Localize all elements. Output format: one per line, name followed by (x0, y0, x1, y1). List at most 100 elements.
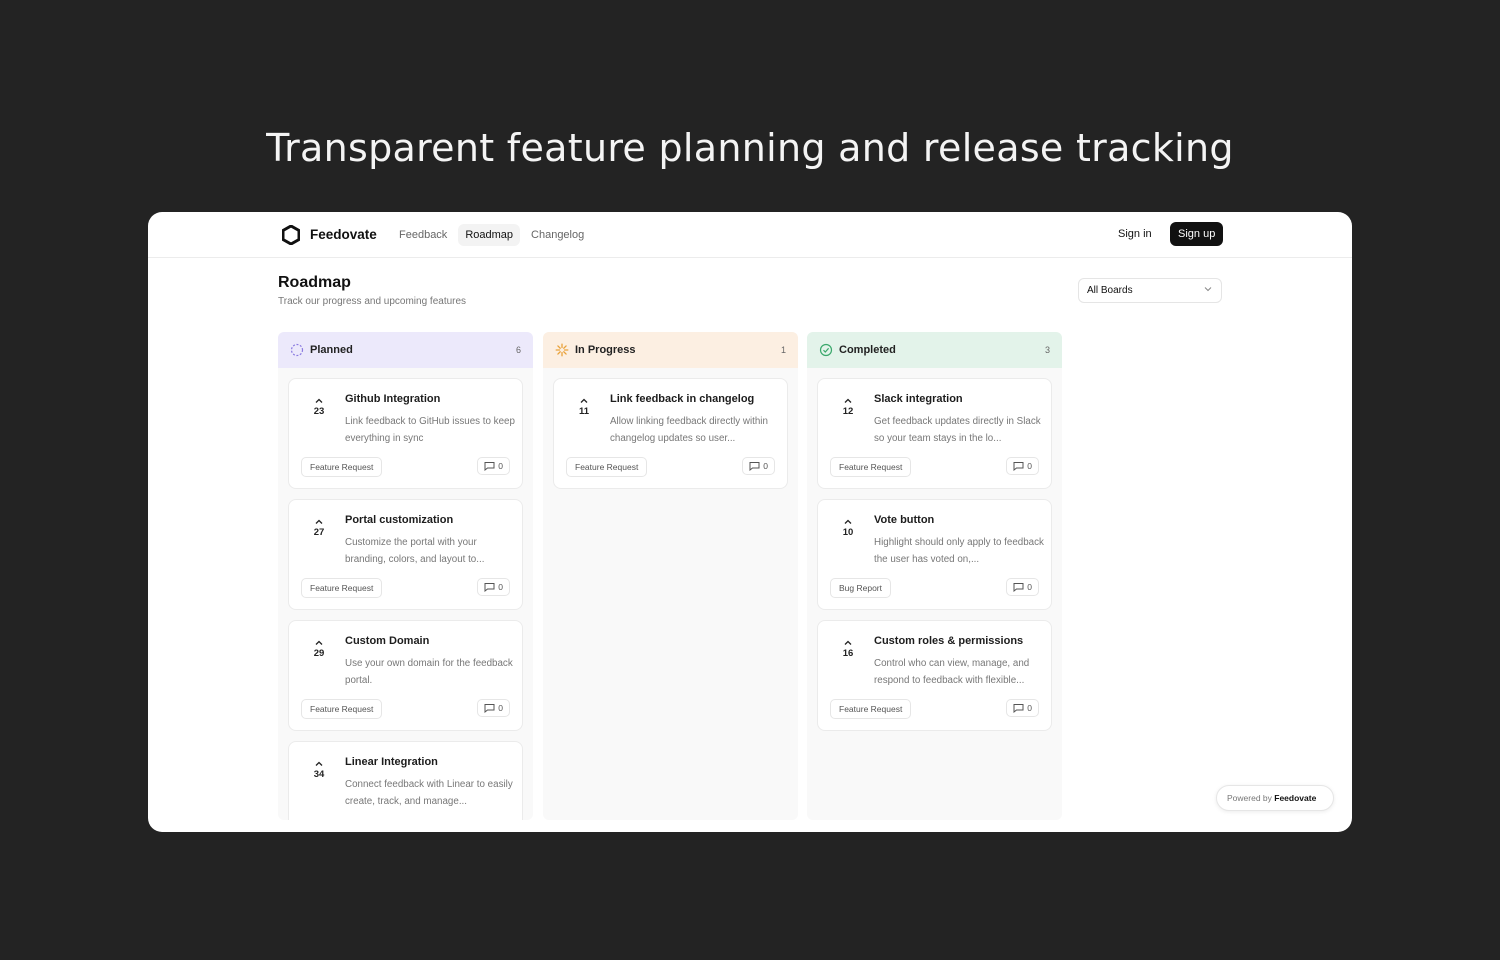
comment-icon (749, 462, 760, 471)
comments-button[interactable]: 0 (477, 578, 510, 596)
column-title: In Progress (575, 344, 636, 356)
comment-icon (484, 704, 495, 713)
comment-count: 0 (763, 461, 768, 471)
vote-count: 12 (842, 406, 854, 417)
column-count: 6 (515, 345, 521, 355)
page-title: Roadmap (278, 274, 351, 291)
card-description: Get feedback updates directly in Slack s… (874, 416, 1041, 444)
card-description: Customize the portal with your branding,… (345, 537, 485, 565)
card-title[interactable]: Custom roles & permissions (874, 635, 1023, 647)
column-count: 1 (780, 345, 786, 355)
chevron-up-icon (315, 519, 323, 524)
hero-title: Transparent feature planning and release… (266, 126, 1234, 170)
card-description: Control who can view, manage, and respon… (874, 658, 1030, 686)
sign-up-button[interactable]: Sign up (1170, 222, 1224, 246)
card-tag[interactable]: Feature Request (301, 578, 383, 598)
main-nav: Feedback Roadmap Changelog (392, 224, 591, 246)
comment-icon (1013, 704, 1024, 713)
column-count: 3 (1044, 345, 1050, 355)
upvote-button[interactable]: 29 (307, 639, 331, 659)
card-title[interactable]: Vote button (874, 514, 934, 526)
column-header: Completed 3 (807, 332, 1062, 368)
card-title[interactable]: Linear Integration (345, 756, 438, 768)
page-subtitle: Track our progress and upcoming features (278, 296, 467, 307)
vote-count: 10 (842, 527, 854, 538)
upvote-button[interactable]: 16 (836, 639, 860, 659)
comments-button[interactable]: 0 (477, 457, 510, 475)
card-tag[interactable]: Feature Request (830, 699, 912, 719)
feedback-card[interactable]: 16 Custom roles & permissions Control wh… (817, 620, 1052, 731)
chevron-up-icon (844, 640, 852, 645)
comment-count: 0 (1027, 461, 1032, 471)
feedback-card[interactable]: 12 Slack integration Get feedback update… (817, 378, 1052, 489)
chevron-up-icon (315, 398, 323, 403)
card-tag[interactable]: Feature Request (301, 699, 383, 719)
brand-name[interactable]: Feedovate (310, 227, 377, 242)
column-header: In Progress 1 (543, 332, 798, 368)
card-title[interactable]: Github Integration (345, 393, 440, 405)
vote-count: 29 (313, 648, 325, 659)
upvote-button[interactable]: 23 (307, 397, 331, 417)
board-select[interactable]: All Boards (1078, 278, 1222, 303)
card-tag[interactable]: Feature Request (830, 457, 912, 477)
vote-count: 23 (313, 406, 325, 417)
powered-by-prefix: Powered by (1227, 793, 1275, 803)
feedovate-logo-icon (282, 225, 300, 245)
feedback-card[interactable]: 34 Linear Integration Connect feedback w… (288, 741, 523, 820)
comments-button[interactable]: 0 (1006, 457, 1039, 475)
card-title[interactable]: Link feedback in changelog (610, 393, 754, 405)
card-title[interactable]: Slack integration (874, 393, 963, 405)
feedback-card[interactable]: 23 Github Integration Link feedback to G… (288, 378, 523, 489)
comments-button[interactable]: 0 (1006, 699, 1039, 717)
comment-count: 0 (1027, 582, 1032, 592)
vote-count: 27 (313, 527, 325, 538)
feedback-card[interactable]: 10 Vote button Highlight should only app… (817, 499, 1052, 610)
dashed-circle-icon (290, 343, 304, 357)
nav-changelog[interactable]: Changelog (524, 224, 591, 246)
comment-icon (484, 583, 495, 592)
comment-icon (484, 462, 495, 471)
chevron-up-icon (844, 398, 852, 403)
nav-roadmap[interactable]: Roadmap (458, 224, 521, 246)
upvote-button[interactable]: 10 (836, 518, 860, 538)
feedback-card[interactable]: 29 Custom Domain Use your own domain for… (288, 620, 523, 731)
card-tag[interactable]: Bug Report (830, 578, 891, 598)
feedback-card[interactable]: 27 Portal customization Customize the po… (288, 499, 523, 610)
card-tag[interactable]: Feature Request (301, 457, 383, 477)
card-title[interactable]: Portal customization (345, 514, 453, 526)
upvote-button[interactable]: 12 (836, 397, 860, 417)
comment-count: 0 (498, 582, 503, 592)
check-circle-icon (819, 343, 833, 357)
card-tag[interactable]: Feature Request (566, 457, 648, 477)
card-description: Use your own domain for the feedback por… (345, 658, 513, 686)
nav-feedback[interactable]: Feedback (392, 224, 454, 246)
feedback-card[interactable]: 11 Link feedback in changelog Allow link… (553, 378, 788, 489)
comments-button[interactable]: 0 (742, 457, 775, 475)
column-title: Planned (310, 344, 353, 356)
comment-icon (1013, 462, 1024, 471)
app-window: Feedovate Feedback Roadmap Changelog Sig… (148, 212, 1352, 832)
card-description: Highlight should only apply to feedback … (874, 537, 1044, 565)
vote-count: 16 (842, 648, 854, 659)
powered-by-badge[interactable]: Powered by Feedovate (1216, 785, 1334, 811)
card-title[interactable]: Custom Domain (345, 635, 429, 647)
powered-by-brand: Feedovate (1274, 793, 1317, 803)
chevron-up-icon (315, 640, 323, 645)
upvote-button[interactable]: 27 (307, 518, 331, 538)
chevron-up-icon (844, 519, 852, 524)
chevron-down-icon (1204, 287, 1212, 292)
comments-button[interactable]: 0 (1006, 578, 1039, 596)
comment-count: 0 (498, 703, 503, 713)
upvote-button[interactable]: 11 (572, 397, 596, 417)
roadmap-column-completed: Completed 3 12 Slack integration Get fee… (807, 332, 1062, 820)
sign-in-button[interactable]: Sign in (1118, 228, 1152, 240)
comments-button[interactable]: 0 (477, 699, 510, 717)
vote-count: 11 (578, 406, 590, 417)
card-description: Allow linking feedback directly within c… (610, 416, 768, 444)
board-select-value: All Boards (1087, 285, 1133, 296)
column-title: Completed (839, 344, 896, 356)
upvote-button[interactable]: 34 (307, 760, 331, 780)
comment-count: 0 (498, 461, 503, 471)
chevron-up-icon (580, 398, 588, 403)
loader-icon (555, 343, 569, 357)
